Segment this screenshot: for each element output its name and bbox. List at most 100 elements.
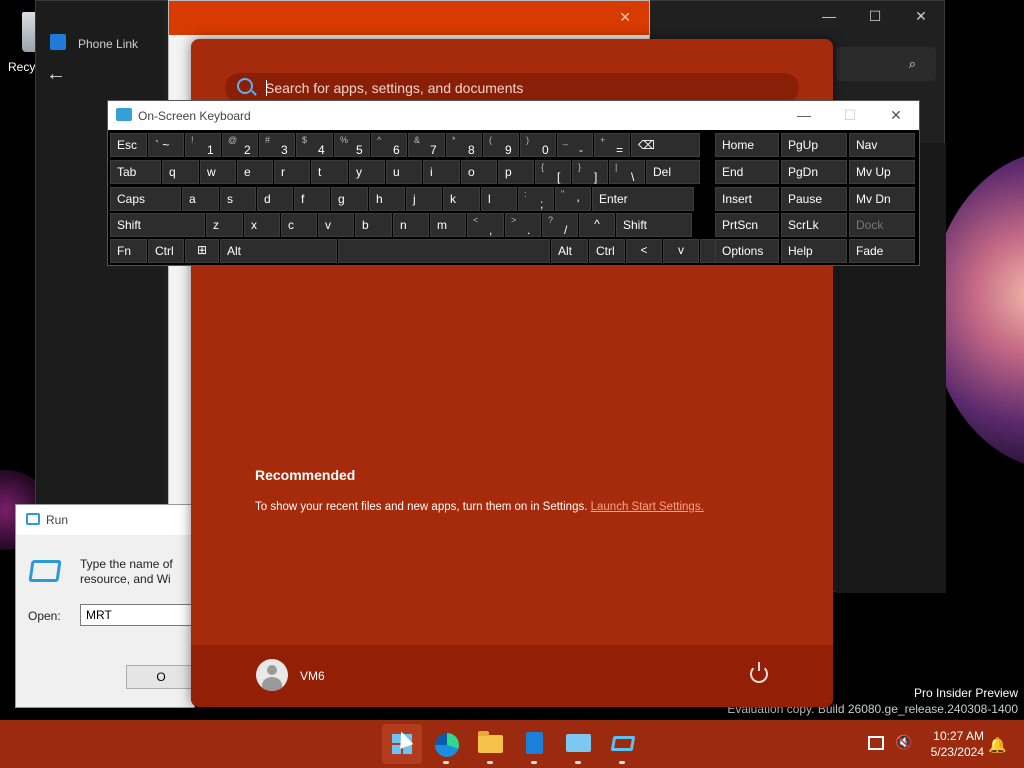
osk-key[interactable]: y	[349, 160, 385, 184]
osk-key[interactable]: u	[386, 160, 422, 184]
close-icon[interactable]: ✕	[619, 9, 631, 26]
maximize-button[interactable]: ☐	[852, 1, 898, 31]
osk-key[interactable]: f	[294, 187, 330, 211]
osk-key[interactable]: r	[274, 160, 310, 184]
osk-key[interactable]: <	[626, 239, 662, 263]
run-ok-button[interactable]: O	[126, 665, 196, 689]
osk-key[interactable]: k	[443, 187, 480, 211]
osk-key[interactable]: }]	[572, 160, 608, 184]
osk-key[interactable]: Esc	[110, 133, 147, 157]
osk-key[interactable]: $4	[296, 133, 333, 157]
osk-key[interactable]: >.	[505, 213, 541, 237]
osk-key[interactable]: (9	[483, 133, 519, 157]
volume-muted-icon[interactable]: 🔇	[895, 734, 912, 751]
osk-key[interactable]: g	[331, 187, 368, 211]
osk-key[interactable]: a	[182, 187, 219, 211]
osk-nav-key[interactable]: End	[715, 160, 779, 184]
osk-key[interactable]: _ -	[557, 133, 593, 157]
taskbar-on-screen-keyboard[interactable]	[558, 724, 598, 764]
launch-start-settings-link[interactable]: Launch Start Settings.	[591, 501, 704, 513]
start-search-input[interactable]	[265, 73, 785, 103]
notification-bell-icon[interactable]: 🔔	[988, 736, 1007, 754]
osk-nav-key[interactable]: Pause	[781, 187, 847, 211]
osk-key[interactable]: ^	[579, 213, 615, 237]
osk-key[interactable]: q	[162, 160, 199, 184]
osk-key[interactable]: Tab	[110, 160, 161, 184]
osk-key[interactable]: j	[406, 187, 442, 211]
osk-key[interactable]: Ctrl	[589, 239, 625, 263]
osk-key[interactable]: " '	[555, 187, 591, 211]
close-button[interactable]: ✕	[873, 101, 919, 130]
clock[interactable]: 10:27 AM 5/23/2024	[918, 728, 984, 760]
osk-key[interactable]: Ctrl	[148, 239, 184, 263]
osk-key[interactable]: n	[393, 213, 429, 237]
start-search-box[interactable]	[225, 73, 799, 103]
osk-nav-key[interactable]: Mv Up	[849, 160, 915, 184]
osk-nav-key[interactable]: Fade	[849, 239, 915, 263]
osk-key[interactable]: Shift	[616, 213, 692, 237]
osk-key[interactable]: ) 0	[520, 133, 556, 157]
arrow-left-icon[interactable]: ←	[46, 63, 66, 86]
osk-key[interactable]: v	[318, 213, 354, 237]
taskbar-phone-link[interactable]	[514, 724, 554, 764]
osk-key[interactable]: Caps	[110, 187, 181, 211]
osk-key[interactable]: t	[311, 160, 348, 184]
osk-key[interactable]: ! 1	[185, 133, 221, 157]
osk-key[interactable]: #3	[259, 133, 295, 157]
osk-key[interactable]: i	[423, 160, 460, 184]
osk-key[interactable]: * 8	[446, 133, 482, 157]
osk-key[interactable]: | \	[609, 160, 645, 184]
osk-key[interactable]: s	[220, 187, 256, 211]
user-avatar[interactable]	[256, 659, 288, 691]
osk-nav-key[interactable]: PgUp	[781, 133, 847, 157]
osk-nav-key[interactable]: Nav	[849, 133, 915, 157]
osk-nav-key[interactable]: PrtScn	[715, 213, 779, 237]
osk-key[interactable]: b	[355, 213, 392, 237]
osk-key[interactable]: & 7	[408, 133, 445, 157]
osk-key[interactable]: Alt	[551, 239, 588, 263]
osk-key[interactable]: m	[430, 213, 466, 237]
osk-key[interactable]: ^ 6	[371, 133, 407, 157]
osk-key[interactable]: ⊞	[185, 239, 219, 263]
osk-key[interactable]: h	[369, 187, 405, 211]
osk-key[interactable]: d	[257, 187, 293, 211]
osk-nav-key[interactable]: Help	[781, 239, 847, 263]
osk-key[interactable]: ` ~	[148, 133, 184, 157]
osk-nav-key[interactable]: Home	[715, 133, 779, 157]
minimize-button[interactable]: —	[806, 1, 852, 31]
osk-nav-key[interactable]: Options	[715, 239, 779, 263]
osk-key[interactable]: % 5	[334, 133, 370, 157]
osk-key[interactable]: {[	[535, 160, 571, 184]
osk-nav-key[interactable]: Insert	[715, 187, 779, 211]
osk-key[interactable]: Enter	[592, 187, 694, 211]
osk-key[interactable]: o	[461, 160, 497, 184]
osk-key[interactable]: @2	[222, 133, 258, 157]
osk-nav-key[interactable]: PgDn	[781, 160, 847, 184]
osk-key[interactable]: p	[498, 160, 534, 184]
network-icon[interactable]	[868, 736, 884, 750]
phone-link-search[interactable]: ⌕	[836, 47, 936, 81]
osk-key[interactable]: v	[663, 239, 699, 263]
minimize-button[interactable]: —	[781, 101, 827, 130]
taskbar-file-explorer[interactable]	[470, 724, 510, 764]
osk-key[interactable]	[338, 239, 550, 263]
taskbar-run[interactable]	[602, 724, 642, 764]
osk-key[interactable]: w	[200, 160, 236, 184]
osk-key[interactable]: Shift	[110, 213, 205, 237]
osk-key[interactable]: + =	[594, 133, 630, 157]
osk-key[interactable]: Alt	[220, 239, 337, 263]
osk-key[interactable]: :;	[518, 187, 554, 211]
osk-key[interactable]: Fn	[110, 239, 147, 263]
osk-key[interactable]: l	[481, 187, 517, 211]
osk-nav-key[interactable]: ScrLk	[781, 213, 847, 237]
power-icon[interactable]	[750, 662, 768, 683]
osk-key[interactable]: e	[237, 160, 273, 184]
taskbar-edge[interactable]	[426, 724, 466, 764]
osk-key[interactable]: <,	[467, 213, 504, 237]
osk-key[interactable]: ⌫	[631, 133, 700, 157]
osk-key[interactable]: Del	[646, 160, 700, 184]
close-button[interactable]: ✕	[898, 1, 944, 31]
osk-key[interactable]: x	[244, 213, 280, 237]
osk-key[interactable]: c	[281, 213, 317, 237]
osk-key[interactable]: z	[206, 213, 243, 237]
